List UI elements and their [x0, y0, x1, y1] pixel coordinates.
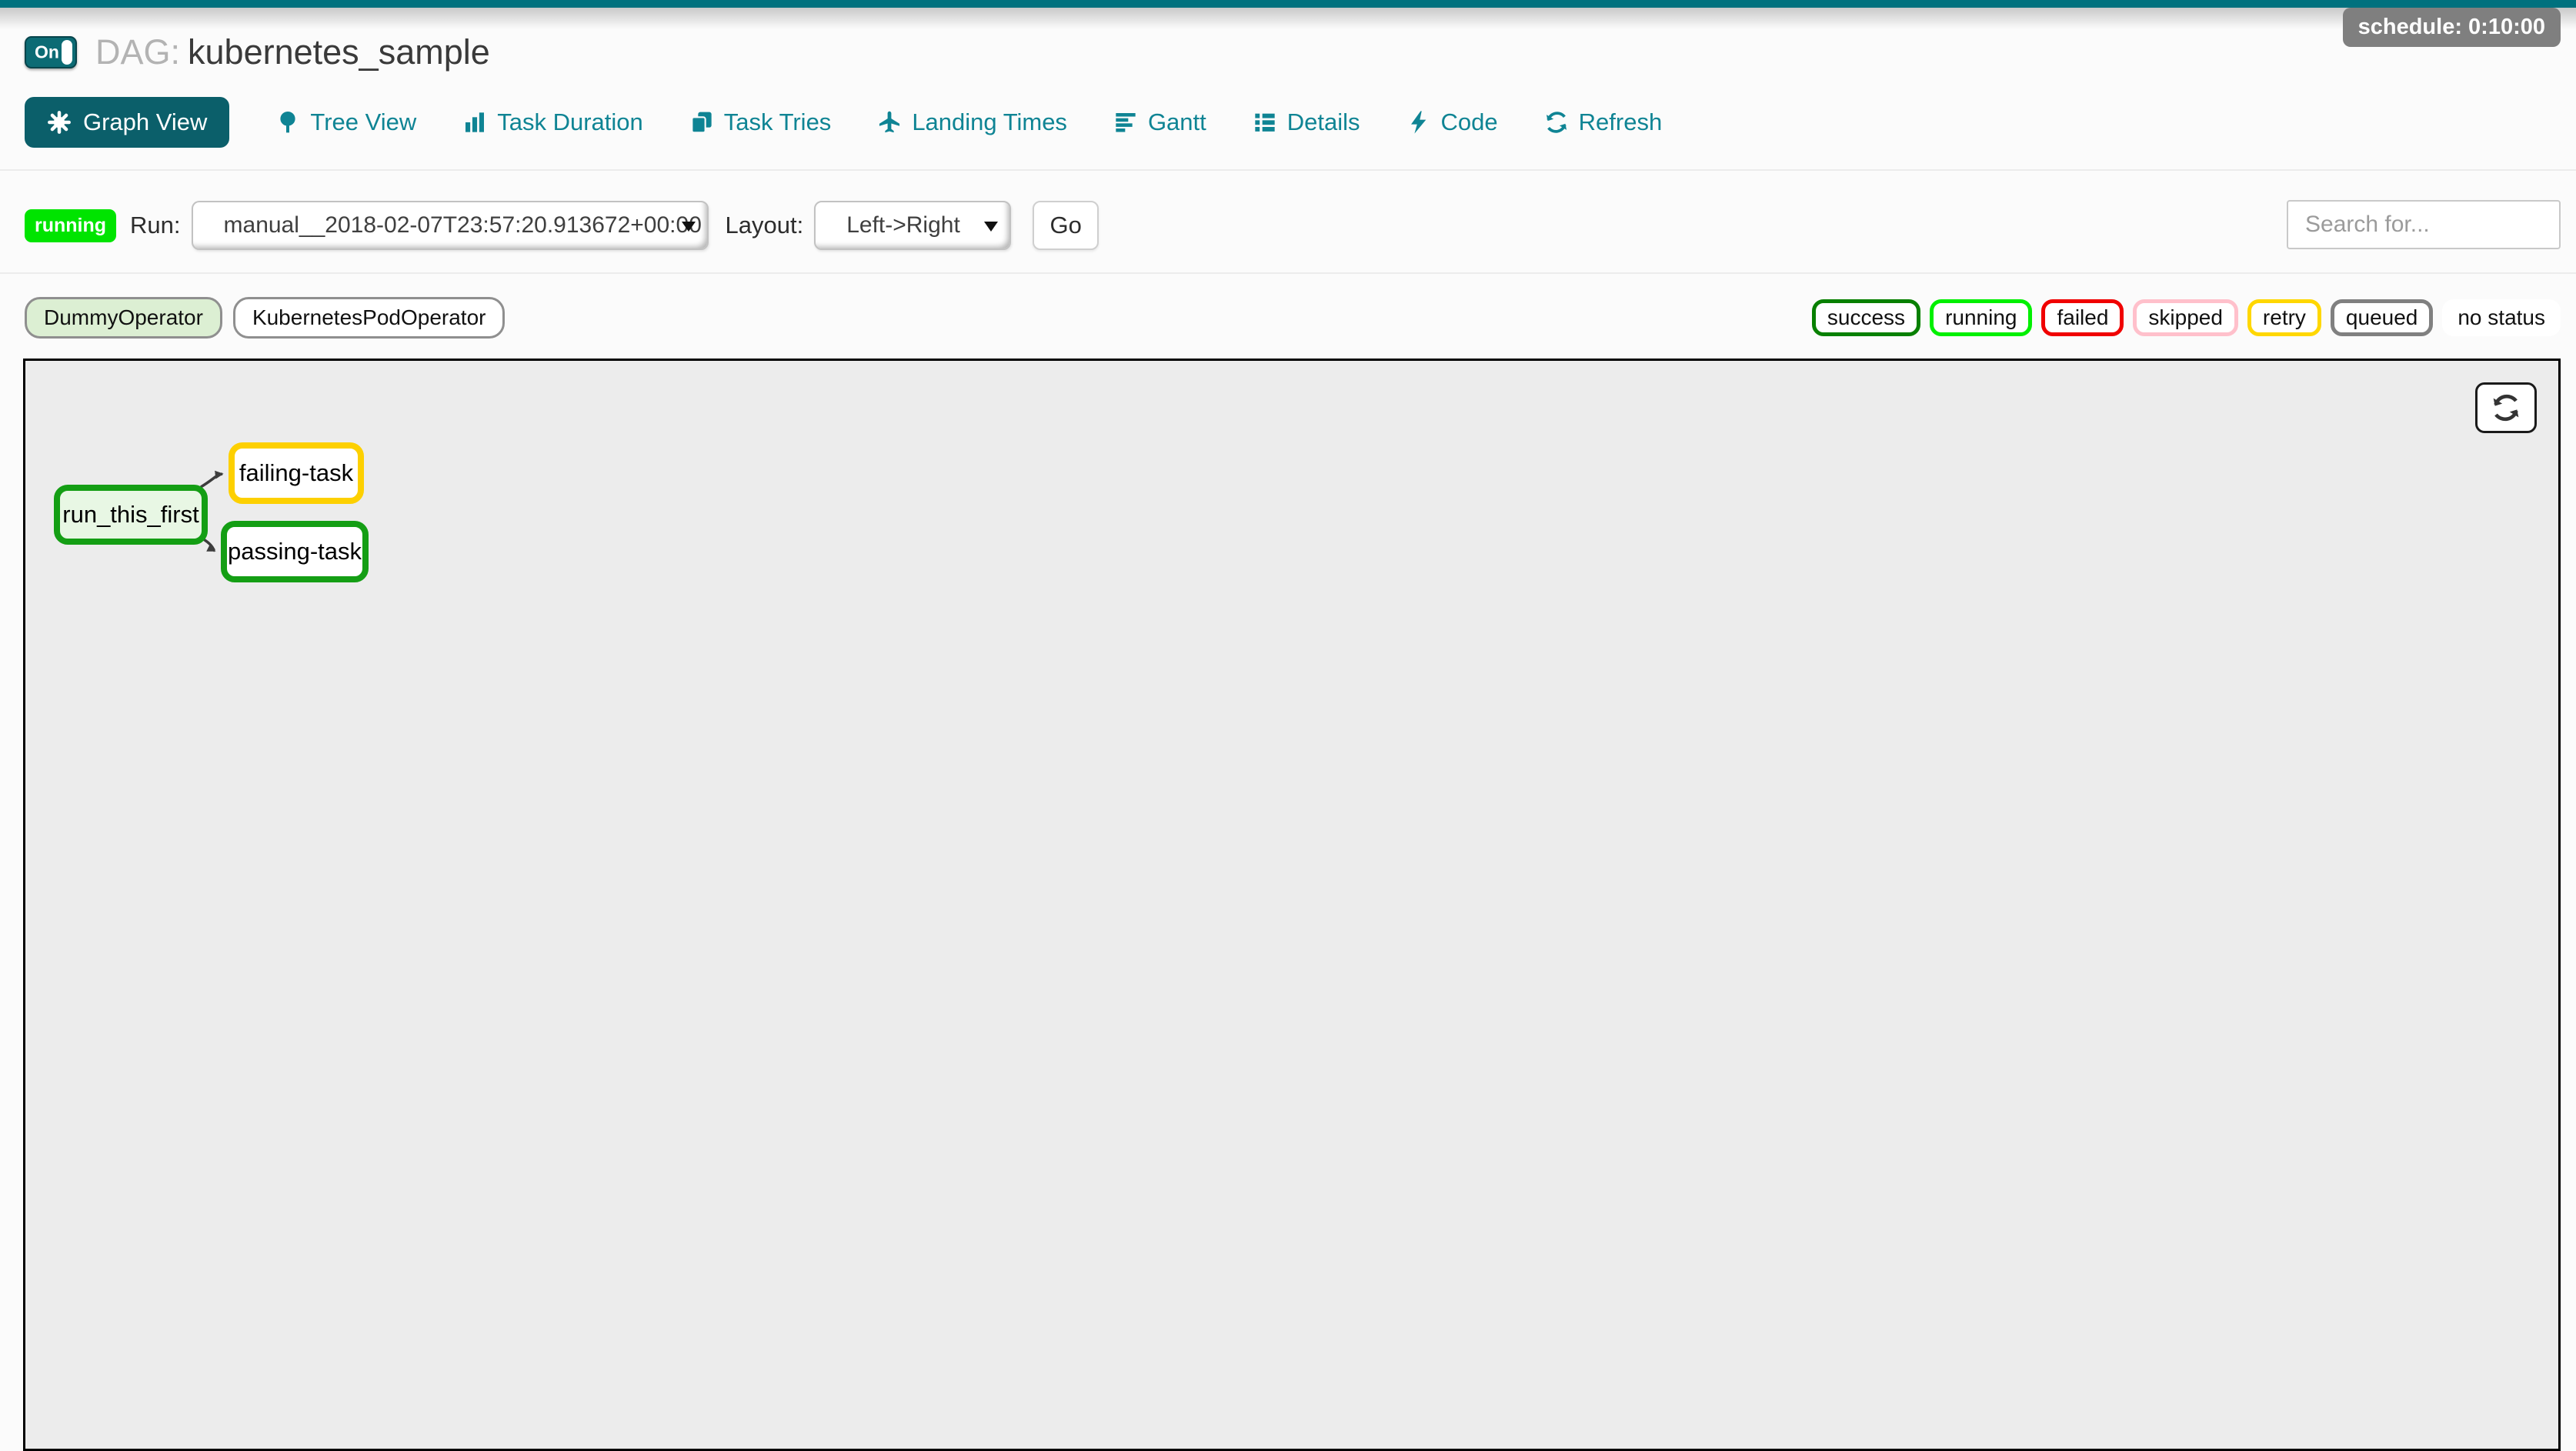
plane-icon — [877, 110, 902, 135]
status-pill-skipped: skipped — [2133, 299, 2238, 336]
toggle-on-label: On — [35, 42, 59, 63]
tab-label: Code — [1441, 108, 1498, 136]
search-input[interactable] — [2287, 200, 2561, 249]
status-pill-queued: queued — [2331, 299, 2433, 336]
tab-label: Gantt — [1148, 108, 1206, 136]
task-node-run-this-first[interactable]: run_this_first — [54, 485, 208, 545]
task-node-failing-task[interactable]: failing-task — [229, 442, 364, 504]
run-select[interactable]: manual__2018-02-07T23:57:20.913672+00:00 — [192, 201, 709, 250]
run-form: running Run: manual__2018-02-07T23:57:20… — [25, 200, 2561, 251]
tab-graph-view[interactable]: Graph View — [25, 97, 229, 148]
tab-task-tries[interactable]: Task Tries — [689, 108, 832, 136]
edge-run-this-first-to-passing-task — [202, 539, 215, 551]
operator-pill-kubernetespodoperator[interactable]: KubernetesPodOperator — [233, 297, 506, 339]
layout-label: Layout: — [726, 212, 804, 239]
status-pill-running: running — [1930, 299, 2032, 336]
refresh-icon — [2491, 392, 2521, 423]
caret-down-icon — [984, 222, 998, 232]
status-pill-retry: retry — [2247, 299, 2321, 336]
canvas-refresh-button[interactable] — [2475, 382, 2537, 433]
navbar-shadow — [0, 8, 2576, 29]
graph-burst-icon — [47, 110, 72, 135]
tab-label: Tree View — [310, 108, 416, 136]
layout-select-value: Left->Right — [816, 212, 960, 238]
tab-label: Details — [1287, 108, 1360, 136]
refresh-icon — [1544, 110, 1569, 135]
tab-label: Graph View — [83, 108, 207, 136]
legend-row: DummyOperator KubernetesPodOperator succ… — [25, 297, 2561, 339]
tab-tree-view[interactable]: Tree View — [275, 108, 416, 136]
graph-canvas[interactable]: run_this_first failing-task passing-task — [23, 359, 2561, 1451]
divider — [0, 272, 2576, 274]
status-pill-no-status: no status — [2442, 299, 2561, 336]
tab-label: Task Tries — [724, 108, 832, 136]
go-button[interactable]: Go — [1033, 201, 1099, 250]
schedule-badge: schedule: 0:10:00 — [2343, 8, 2561, 47]
run-select-value: manual__2018-02-07T23:57:20.913672+00:00 — [193, 212, 702, 238]
tab-label: Refresh — [1579, 108, 1663, 136]
bolt-icon — [1406, 110, 1431, 135]
tab-task-duration[interactable]: Task Duration — [462, 108, 643, 136]
toggle-knob — [62, 40, 72, 65]
copy-icon — [689, 110, 714, 135]
top-navbar — [0, 0, 2576, 8]
divider — [0, 169, 2576, 171]
bar-chart-icon — [462, 110, 487, 135]
tab-label: Landing Times — [912, 108, 1067, 136]
view-tabs: Graph View Tree View Task Duration Task … — [25, 97, 2561, 148]
caret-down-icon — [682, 222, 696, 232]
operator-pill-dummyoperator[interactable]: DummyOperator — [25, 297, 222, 339]
align-left-icon — [1113, 110, 1138, 135]
list-icon — [1253, 110, 1277, 135]
dag-header: On DAG:kubernetes_sample — [25, 32, 2561, 72]
dag-name: kubernetes_sample — [188, 32, 490, 72]
title-prefix: DAG: — [95, 32, 180, 72]
page-title: DAG:kubernetes_sample — [95, 32, 490, 72]
tab-refresh[interactable]: Refresh — [1544, 108, 1663, 136]
layout-select[interactable]: Left->Right — [814, 201, 1011, 250]
dag-on-toggle[interactable]: On — [25, 36, 77, 68]
run-status-badge: running — [25, 209, 116, 242]
edge-run-this-first-to-failing-task — [201, 474, 222, 487]
tab-label: Task Duration — [497, 108, 643, 136]
status-legend: success running failed skipped retry que… — [1812, 299, 2561, 336]
tab-details[interactable]: Details — [1253, 108, 1360, 136]
tab-code[interactable]: Code — [1406, 108, 1498, 136]
tree-icon — [275, 110, 300, 135]
task-node-passing-task[interactable]: passing-task — [221, 521, 369, 582]
status-pill-failed: failed — [2041, 299, 2124, 336]
run-label: Run: — [130, 212, 180, 239]
tab-landing-times[interactable]: Landing Times — [877, 108, 1067, 136]
tab-gantt[interactable]: Gantt — [1113, 108, 1206, 136]
status-pill-success: success — [1812, 299, 1920, 336]
